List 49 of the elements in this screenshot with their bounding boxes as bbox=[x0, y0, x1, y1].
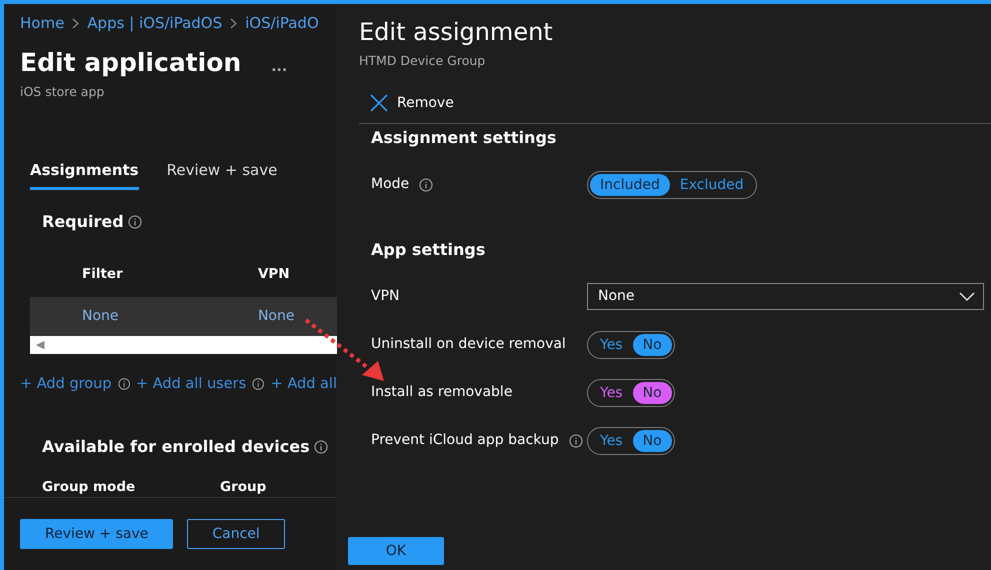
info-icon bbox=[314, 440, 328, 454]
field-label: Prevent iCloud app backup bbox=[371, 431, 559, 450]
panel-subtitle: HTMD Device Group bbox=[359, 52, 486, 70]
column-header: Filter bbox=[82, 265, 124, 284]
toggle-option[interactable]: No bbox=[632, 382, 672, 404]
tab[interactable]: Review + save bbox=[166, 158, 278, 190]
field-label: VPN bbox=[371, 287, 400, 306]
toggle-option[interactable]: Yes bbox=[590, 430, 633, 452]
toggle-option[interactable]: Yes bbox=[590, 382, 633, 404]
remove-button[interactable]: Remove bbox=[359, 92, 454, 114]
info-icon bbox=[128, 215, 142, 230]
review-save-button[interactable]: Review + save bbox=[20, 519, 174, 549]
chevron-right-icon bbox=[230, 18, 238, 29]
more-button[interactable]: ... bbox=[271, 56, 288, 78]
page-subtitle: iOS store app bbox=[20, 83, 106, 101]
breadcrumb-link[interactable]: Apps | iOS/iPadOS bbox=[87, 12, 222, 34]
close-icon bbox=[369, 93, 389, 114]
vpn-dropdown[interactable]: None bbox=[587, 283, 984, 310]
chevron-right-icon bbox=[72, 18, 80, 29]
section-title: Assignment settings bbox=[371, 126, 558, 149]
column-header: VPN bbox=[258, 265, 291, 284]
breadcrumb-link[interactable]: iOS/iPadO bbox=[245, 12, 319, 34]
column-header: Group mode bbox=[42, 478, 136, 497]
field-label: Uninstall on device removal bbox=[371, 335, 566, 354]
toggle-option[interactable]: No bbox=[632, 334, 672, 356]
info-icon bbox=[419, 178, 434, 192]
toggle-option[interactable]: No bbox=[632, 430, 672, 452]
add-link[interactable]: + Add all bbox=[270, 374, 337, 396]
field-label: Mode bbox=[371, 175, 410, 194]
ok-button[interactable]: OK bbox=[348, 537, 444, 565]
field-label: Install as removable bbox=[371, 383, 512, 402]
toggle-option[interactable]: Yes bbox=[590, 334, 633, 356]
cancel-button[interactable]: Cancel bbox=[187, 519, 285, 549]
scroll-left-icon[interactable]: ◀ bbox=[36, 338, 44, 350]
chevron-down-icon bbox=[959, 292, 975, 302]
add-link[interactable]: + Add all users bbox=[136, 374, 246, 396]
section-title: App settings bbox=[371, 238, 486, 261]
breadcrumb-link[interactable]: Home bbox=[20, 12, 64, 34]
tab[interactable]: Assignments bbox=[30, 158, 139, 190]
table-cell[interactable]: None bbox=[82, 306, 258, 326]
panel-title: Edit assignment bbox=[359, 17, 554, 48]
column-header: Group bbox=[220, 478, 268, 497]
section-title: Available for enrolled devices bbox=[42, 436, 310, 458]
toggle-option[interactable]: Included bbox=[590, 174, 670, 196]
page-title: Edit application bbox=[20, 46, 242, 78]
table-cell[interactable]: None bbox=[258, 306, 337, 326]
toggle-option[interactable]: Excluded bbox=[670, 174, 754, 196]
add-link[interactable]: + Add group bbox=[20, 374, 112, 396]
section-title: Required bbox=[42, 211, 124, 234]
